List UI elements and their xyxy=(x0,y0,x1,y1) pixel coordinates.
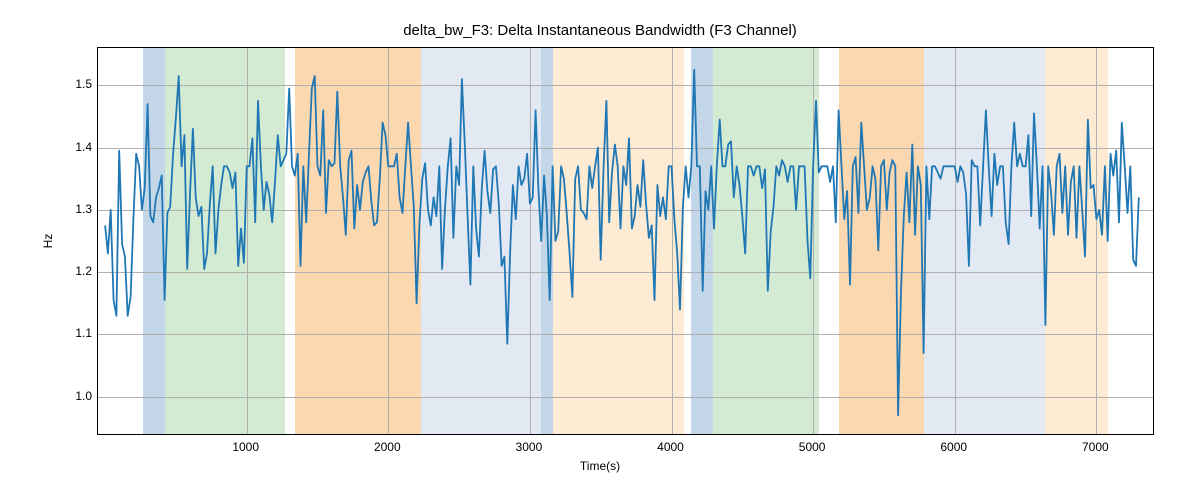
x-tick-label: 3000 xyxy=(516,440,543,454)
y-tick-label: 1.0 xyxy=(75,389,92,403)
series-line xyxy=(105,70,1139,416)
line-svg xyxy=(98,48,1153,434)
y-tick-label: 1.1 xyxy=(75,326,92,340)
x-tick-label: 5000 xyxy=(799,440,826,454)
x-tick-label: 1000 xyxy=(232,440,259,454)
plot-area xyxy=(97,47,1154,435)
y-tick-label: 1.4 xyxy=(75,140,92,154)
x-tick-label: 7000 xyxy=(1082,440,1109,454)
y-tick-label: 1.2 xyxy=(75,264,92,278)
chart-container: delta_bw_F3: Delta Instantaneous Bandwid… xyxy=(0,0,1200,500)
x-tick-label: 2000 xyxy=(374,440,401,454)
x-tick-label: 6000 xyxy=(940,440,967,454)
x-tick-label: 4000 xyxy=(657,440,684,454)
y-tick-label: 1.5 xyxy=(75,77,92,91)
chart-title: delta_bw_F3: Delta Instantaneous Bandwid… xyxy=(0,22,1200,39)
x-axis-label: Time(s) xyxy=(0,459,1200,473)
y-tick-label: 1.3 xyxy=(75,202,92,216)
y-axis-label: Hz xyxy=(41,234,55,249)
